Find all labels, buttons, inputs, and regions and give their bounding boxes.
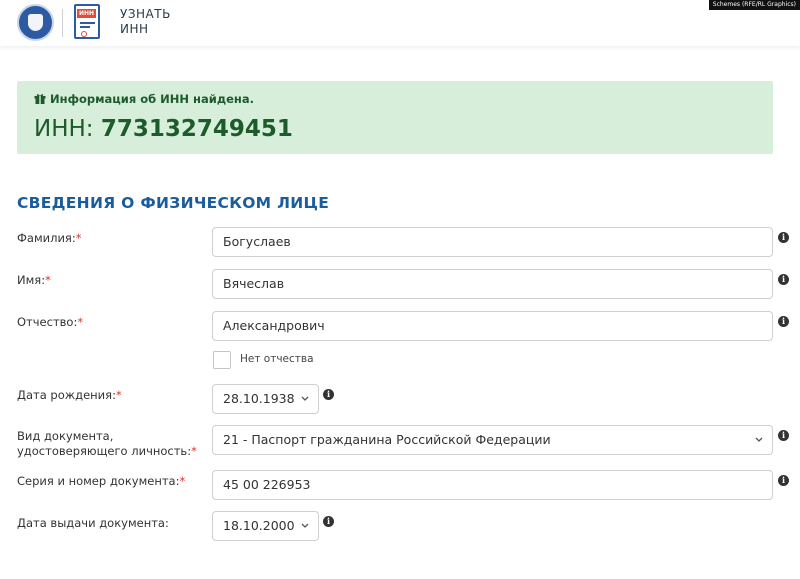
firstname-input[interactable]: Вячеслав: [212, 269, 773, 299]
issue-date-info-icon[interactable]: i: [323, 516, 334, 527]
alert-message: Информация об ИНН найдена.: [50, 92, 254, 106]
birthdate-label: Дата рождения:*: [17, 388, 122, 403]
required-mark: *: [45, 273, 51, 287]
section-title: СВЕДЕНИЯ О ФИЗИЧЕСКОМ ЛИЦЕ: [17, 194, 330, 212]
no-patronymic-checkbox[interactable]: [213, 351, 231, 369]
doc-type-label-line2: удостоверяющего личность:: [17, 444, 192, 458]
issue-date-select[interactable]: 18.10.2000: [212, 511, 319, 541]
lastname-label-text: Фамилия:: [17, 231, 76, 245]
doc-number-input[interactable]: 45 00 226953: [212, 470, 773, 500]
header-divider: [62, 9, 63, 37]
doc-line: [80, 22, 95, 24]
issue-date-label: Дата выдачи документа:: [17, 516, 169, 531]
brand-line-1: УЗНАТЬ: [120, 7, 171, 21]
required-mark: *: [191, 444, 197, 458]
chevron-down-icon: [301, 523, 309, 528]
inn-label: ИНН:: [34, 116, 101, 142]
inn-result: ИНН: 773132749451: [34, 116, 293, 142]
doc-number-label: Серия и номер документа:*: [17, 474, 185, 489]
doc-number-label-text: Серия и номер документа:: [17, 474, 180, 488]
firstname-label-text: Имя:: [17, 273, 46, 287]
inn-value: 773132749451: [100, 116, 293, 142]
firstname-info-icon[interactable]: i: [778, 274, 789, 285]
required-mark: *: [75, 231, 82, 245]
doc-type-select[interactable]: 21 - Паспорт гражданина Российской Федер…: [212, 425, 773, 455]
required-mark: *: [77, 315, 84, 329]
inn-document-icon[interactable]: ИНН: [74, 4, 100, 39]
site-header: ИНН УЗНАТЬ ИНН: [0, 0, 800, 46]
patronymic-input[interactable]: Александрович: [212, 311, 773, 341]
lastname-value: Богуслаев: [223, 234, 291, 249]
chevron-down-icon: [755, 437, 763, 442]
brand-line-2: ИНН: [120, 22, 149, 36]
lastname-label: Фамилия:*: [17, 231, 81, 246]
doc-type-label-line1: Вид документа,: [17, 429, 114, 443]
birthdate-label-text: Дата рождения:: [17, 388, 116, 402]
issue-date-value: 18.10.2000: [223, 518, 295, 533]
doc-seal: [81, 31, 87, 37]
firstname-value: Вячеслав: [223, 276, 285, 291]
birthdate-info-icon[interactable]: i: [323, 389, 334, 400]
chevron-down-icon: [301, 396, 309, 401]
firstname-label: Имя:*: [17, 273, 51, 288]
patronymic-label: Отчество:*: [17, 315, 83, 330]
birthdate-value: 28.10.1938: [223, 391, 295, 406]
doc-type-info-icon[interactable]: i: [778, 430, 789, 441]
patronymic-info-icon[interactable]: i: [778, 316, 789, 327]
required-mark: *: [115, 388, 122, 402]
inn-badge: ИНН: [77, 9, 97, 18]
patronymic-label-text: Отчество:: [17, 315, 78, 329]
gift-icon: [34, 94, 46, 104]
no-patronymic-label[interactable]: Нет отчества: [240, 353, 314, 365]
brand-title[interactable]: УЗНАТЬ ИНН: [120, 7, 171, 37]
doc-line: [80, 26, 90, 28]
issue-date-label-text: Дата выдачи документа:: [17, 516, 169, 530]
doc-number-info-icon[interactable]: i: [778, 475, 789, 486]
watermark: Schemes (RFE/RL Graphics): [708, 0, 800, 10]
required-mark: *: [179, 474, 186, 488]
patronymic-value: Александрович: [223, 318, 325, 333]
inn-found-alert: Информация об ИНН найдена. ИНН: 77313274…: [17, 81, 773, 154]
lastname-info-icon[interactable]: i: [778, 232, 789, 243]
alert-header: Информация об ИНН найдена.: [34, 92, 254, 106]
doc-type-value: 21 - Паспорт гражданина Российской Федер…: [223, 432, 551, 447]
birthdate-select[interactable]: 28.10.1938: [212, 384, 319, 414]
fns-emblem-logo[interactable]: [17, 4, 54, 41]
doc-number-value: 45 00 226953: [223, 477, 311, 492]
doc-type-label: Вид документа, удостоверяющего личность:…: [17, 429, 197, 459]
lastname-input[interactable]: Богуслаев: [212, 227, 773, 257]
